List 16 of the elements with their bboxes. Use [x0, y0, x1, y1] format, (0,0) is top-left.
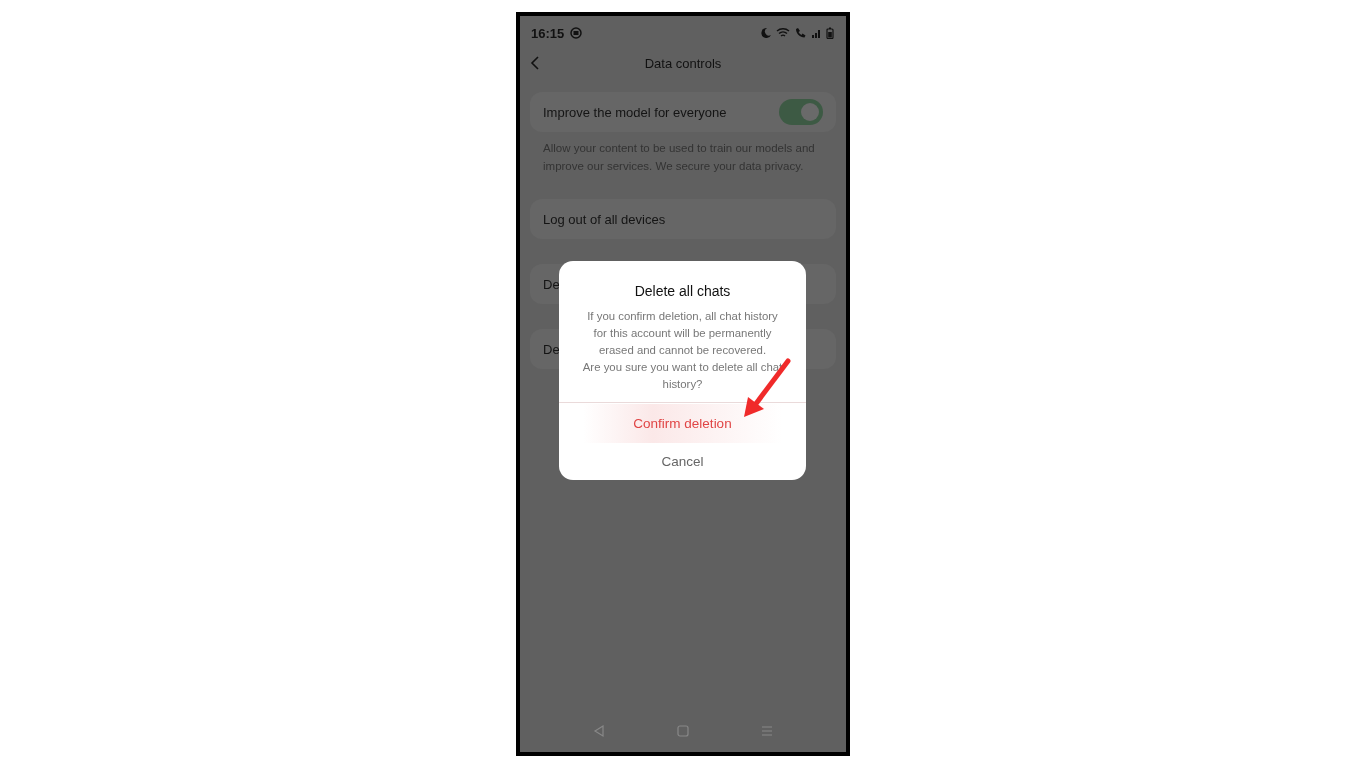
signal-icon [811, 27, 822, 39]
cancel-button[interactable]: Cancel [641, 443, 724, 480]
setting-row[interactable]: Log out of all devices [530, 199, 836, 239]
moon-icon [760, 27, 772, 39]
battery-icon [826, 27, 834, 39]
page-title: Data controls [644, 55, 722, 71]
back-icon[interactable] [530, 55, 540, 71]
home-nav-icon[interactable] [676, 724, 690, 738]
toggle-switch[interactable] [779, 99, 823, 125]
call-icon [794, 27, 807, 39]
record-icon [570, 27, 583, 39]
back-nav-icon[interactable] [592, 724, 606, 738]
status-time: 16:15 [531, 25, 565, 41]
setting-row[interactable]: Improve the model for everyone [530, 92, 836, 132]
wifi-icon [776, 27, 790, 39]
dialog-title: Delete all chats [634, 283, 731, 299]
